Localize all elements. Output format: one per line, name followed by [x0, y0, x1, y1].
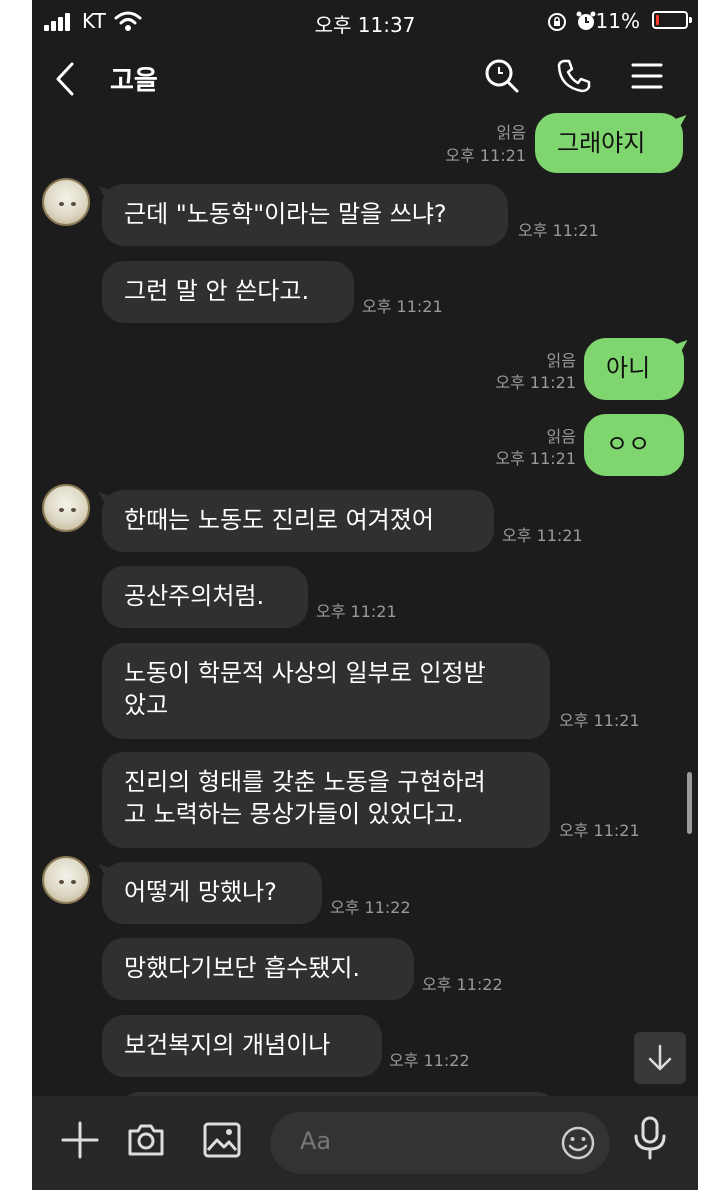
read-receipt: 읽음 — [546, 427, 576, 446]
gallery-icon[interactable] — [202, 1120, 242, 1160]
message-text: 아니 — [606, 354, 651, 382]
status-bar: KT 오후 11:37 11% — [32, 0, 698, 42]
camera-icon[interactable] — [126, 1120, 166, 1160]
received-message-bubble[interactable]: 망했다기보단 흡수됐지. — [102, 938, 414, 1000]
chat-header: 고을 — [32, 42, 698, 114]
battery-percent: 11% — [595, 9, 640, 33]
received-message-bubble[interactable]: 공산주의처럼. — [102, 566, 308, 628]
message-text: 망했다기보단 흡수됐지. — [124, 954, 361, 982]
received-message-bubble[interactable]: 한때는 노동도 진리로 여겨졌어 — [94, 490, 494, 552]
menu-icon[interactable] — [630, 58, 664, 94]
message-time: 오후 11:21 — [502, 526, 583, 545]
message-text-line: 노동이 학문적 사상의 일부로 인정받 — [124, 659, 486, 687]
message-time: 오후 11:21 — [316, 602, 397, 621]
message-text: 한때는 노동도 진리로 여겨졌어 — [124, 506, 434, 534]
message-text-line: 진리의 형태를 갖춘 노동을 구현하려 — [124, 768, 486, 796]
message-time: 오후 11:21 — [495, 449, 576, 468]
message-time: 오후 11:22 — [330, 898, 411, 917]
read-receipt: 읽음 — [496, 123, 526, 142]
received-message-bubble[interactable]: 보건복지의 개념이나 — [102, 1015, 382, 1077]
message-time: 오후 11:22 — [389, 1051, 470, 1070]
scroll-down-button[interactable] — [634, 1032, 686, 1084]
message-time: 오후 11:21 — [362, 297, 443, 316]
message-time: 오후 11:21 — [445, 146, 526, 165]
my-message-bubble[interactable]: ㅇㅇ — [584, 414, 684, 476]
received-message-bubble[interactable]: 근데 "노동학"이라는 말을 쓰냐? — [94, 184, 508, 246]
scrollbar[interactable] — [687, 772, 692, 834]
microphone-icon[interactable] — [632, 1116, 668, 1160]
emoji-icon[interactable] — [560, 1125, 596, 1161]
plus-icon[interactable] — [60, 1120, 100, 1160]
phone-icon[interactable] — [556, 58, 592, 94]
received-message-bubble[interactable]: 그런 말 안 쓴다고. — [102, 261, 354, 323]
rotation-lock-icon — [548, 13, 566, 31]
chat-screen: KT 오후 11:37 11% 고을 읽음 오후 11:21 그래야지 근데 "… — [32, 0, 698, 1190]
input-bar: Aa — [32, 1096, 698, 1190]
received-message-bubble[interactable]: 어떻게 망했나? — [94, 862, 322, 924]
message-time: 오후 11:21 — [559, 821, 640, 840]
received-message-bubble[interactable]: 진리의 형태를 갖춘 노동을 구현하려 고 노력하는 몽상가들이 있었다고. — [102, 752, 550, 848]
chat-title: 고을 — [110, 66, 158, 96]
message-text: 근데 "노동학"이라는 말을 쓰냐? — [124, 200, 447, 228]
read-receipt: 읽음 — [546, 351, 576, 370]
message-time: 오후 11:21 — [495, 373, 576, 392]
back-icon[interactable] — [54, 62, 76, 96]
avatar[interactable] — [42, 178, 90, 226]
message-text: 보건복지의 개념이나 — [124, 1031, 331, 1059]
message-time: 오후 11:21 — [559, 711, 640, 730]
scroll-down-icon — [648, 1044, 672, 1071]
message-text: 그런 말 안 쓴다고. — [124, 277, 310, 305]
my-message-bubble[interactable]: 아니 — [584, 338, 692, 400]
message-input-placeholder: Aa — [300, 1127, 332, 1155]
message-time: 오후 11:22 — [422, 975, 503, 994]
message-text: 어떻게 망했나? — [124, 878, 277, 906]
message-text: 공산주의처럼. — [124, 582, 265, 610]
message-text: 그래야지 — [557, 129, 646, 157]
message-text-line: 고 노력하는 몽상가들이 있었다고. — [124, 800, 464, 828]
my-message-bubble[interactable]: 그래야지 — [535, 113, 691, 173]
message-text-line: 았고 — [124, 691, 169, 719]
avatar[interactable] — [42, 856, 90, 904]
alarm-icon — [576, 11, 596, 30]
message-time: 오후 11:21 — [518, 221, 599, 240]
search-icon[interactable] — [484, 58, 520, 94]
message-input[interactable]: Aa — [270, 1112, 610, 1174]
message-text: ㅇㅇ — [606, 430, 651, 458]
battery-icon — [652, 11, 692, 29]
avatar[interactable] — [42, 484, 90, 532]
received-message-bubble[interactable]: 노동이 학문적 사상의 일부로 인정받 았고 — [102, 643, 550, 739]
